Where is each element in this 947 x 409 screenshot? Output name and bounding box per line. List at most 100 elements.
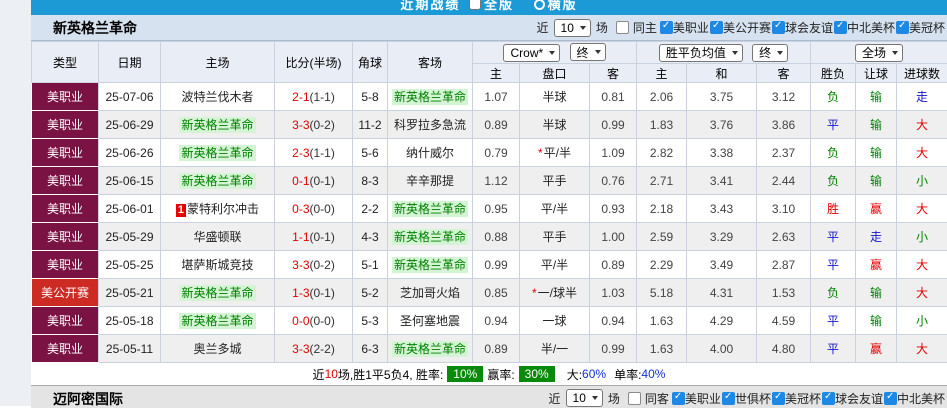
section-title-bar: 近期战绩 全版 横版 bbox=[31, 0, 947, 15]
result-outcome: 负 bbox=[811, 279, 856, 307]
checkbox-icon[interactable] bbox=[772, 21, 785, 34]
corner-cell: 11-2 bbox=[353, 111, 388, 139]
checkbox-icon[interactable] bbox=[896, 21, 909, 34]
result-goals: 大 bbox=[897, 195, 947, 223]
league-filter-item[interactable]: 球会友谊 bbox=[822, 392, 883, 406]
league-cell: 美公开赛 bbox=[32, 279, 99, 307]
euro-away-odds: 3.86 bbox=[757, 111, 811, 139]
euro-final-select[interactable]: 终 bbox=[752, 44, 788, 62]
same-away-label: 同客 bbox=[645, 390, 669, 407]
col-header-score: 比分(半场) bbox=[275, 42, 353, 83]
average-odds-select[interactable]: 胜平负均值 bbox=[659, 44, 743, 62]
euro-home-odds: 2.82 bbox=[637, 139, 687, 167]
same-away-checkbox[interactable] bbox=[628, 392, 641, 405]
scope-select-value: 全场 bbox=[862, 44, 886, 61]
table-row: 美职业 25-06-01 1蒙特利尔冲击 0-3(0-0) 2-2 新英格兰革命… bbox=[32, 195, 947, 223]
score-cell: 3-3(2-2) bbox=[275, 335, 353, 363]
checkbox-icon[interactable] bbox=[822, 392, 835, 405]
asia-home-odds: 0.88 bbox=[473, 223, 520, 251]
rank-badge: 1 bbox=[176, 204, 186, 217]
checkbox-icon[interactable] bbox=[884, 392, 897, 405]
radio-full-version[interactable] bbox=[469, 0, 481, 10]
score-halftime: (0-2) bbox=[310, 118, 335, 132]
asia-handicap-text: 一球 bbox=[542, 314, 566, 328]
result-goals: 小 bbox=[897, 223, 947, 251]
result-handicap: 输 bbox=[856, 83, 897, 111]
league-filter-item[interactable]: 美冠杯 bbox=[772, 392, 821, 406]
date-cell: 25-06-29 bbox=[99, 111, 161, 139]
asia-handicap-text: 平/半 bbox=[544, 146, 571, 160]
result-outcome: 平 bbox=[811, 111, 856, 139]
recent-count-select[interactable]: 10 bbox=[566, 389, 603, 407]
matches-suffix-label: 场 bbox=[608, 390, 620, 407]
asia-handicap-text: 平/半 bbox=[541, 202, 568, 216]
asia-handicap-text: 一/球半 bbox=[538, 286, 577, 300]
euro-home-odds: 1.83 bbox=[637, 111, 687, 139]
league-cell: 美职业 bbox=[32, 167, 99, 195]
result-handicap: 输 bbox=[856, 167, 897, 195]
league-filter-list-bottom: 美职业世俱杯美冠杯球会友谊中北美杯 bbox=[671, 390, 945, 407]
league-filter-item[interactable]: 美职业 bbox=[672, 392, 721, 406]
checkbox-icon[interactable] bbox=[672, 392, 685, 405]
league-filter-item[interactable]: 美公开赛 bbox=[710, 21, 771, 35]
checkbox-icon[interactable] bbox=[722, 392, 735, 405]
date-cell: 25-06-01 bbox=[99, 195, 161, 223]
asia-final-select[interactable]: 终 bbox=[570, 43, 606, 61]
euro-draw-odds: 3.38 bbox=[687, 139, 757, 167]
league-filter-item[interactable]: 世俱杯 bbox=[722, 392, 771, 406]
win-rate-badge: 10% bbox=[447, 366, 483, 382]
asia-handicap-text: 半球 bbox=[542, 118, 566, 132]
average-odds-select-value: 胜平负均值 bbox=[666, 44, 726, 61]
col-header-handicap-result: 让球 bbox=[856, 64, 897, 83]
near-label: 近 bbox=[549, 390, 561, 407]
col-header-outcome: 胜负 bbox=[811, 64, 856, 83]
result-header: 全场 bbox=[811, 42, 947, 64]
checkbox-icon[interactable] bbox=[772, 392, 785, 405]
league-cell: 美职业 bbox=[32, 195, 99, 223]
asia-away-odds: 1.00 bbox=[590, 223, 637, 251]
recent-count-select[interactable]: 10 bbox=[554, 19, 591, 37]
summary-row: 近10场,胜1平5负4, 胜率: 10% 赢率: 30% 大:60% 单率:40… bbox=[31, 363, 947, 385]
league-filter-item[interactable]: 美职业 bbox=[660, 21, 709, 35]
corner-cell: 5-8 bbox=[353, 83, 388, 111]
corner-cell: 2-2 bbox=[353, 195, 388, 223]
league-filter-item[interactable]: 球会友谊 bbox=[772, 21, 833, 35]
score-cell: 0-3(0-0) bbox=[275, 195, 353, 223]
result-handicap: 赢 bbox=[856, 251, 897, 279]
league-filter-label: 美冠杯 bbox=[785, 392, 821, 406]
bookmaker-select[interactable]: Crow* bbox=[503, 44, 560, 62]
league-filter-label: 球会友谊 bbox=[835, 392, 883, 406]
same-home-checkbox[interactable] bbox=[616, 21, 629, 34]
checkbox-icon[interactable] bbox=[660, 21, 673, 34]
checkbox-icon[interactable] bbox=[834, 21, 847, 34]
checkbox-icon[interactable] bbox=[710, 21, 723, 34]
euro-away-odds: 2.63 bbox=[757, 223, 811, 251]
radio-horizontal-version[interactable] bbox=[534, 0, 545, 10]
result-handicap: 赢 bbox=[856, 195, 897, 223]
league-filter-item[interactable]: 中北美杯 bbox=[834, 21, 895, 35]
asia-away-odds: 1.09 bbox=[590, 139, 637, 167]
score-halftime: (0-1) bbox=[310, 230, 335, 244]
asia-home-odds: 0.79 bbox=[473, 139, 520, 167]
col-header-euro-away: 客 bbox=[757, 64, 811, 83]
result-handicap: 走 bbox=[856, 223, 897, 251]
recent-count-value: 10 bbox=[561, 21, 574, 35]
league-filter-label: 美职业 bbox=[685, 392, 721, 406]
score-halftime: (1-1) bbox=[310, 146, 335, 160]
asia-handicap-text: 平手 bbox=[542, 174, 566, 188]
matches-table: 类型 日期 主场 比分(半场) 角球 客场 Crow* 终 bbox=[31, 41, 947, 363]
corner-cell: 4-3 bbox=[353, 223, 388, 251]
home-team-name: 堪萨斯城竞技 bbox=[181, 258, 253, 272]
scope-select[interactable]: 全场 bbox=[855, 44, 903, 62]
league-filter-label: 球会友谊 bbox=[785, 21, 833, 35]
league-filter-item[interactable]: 美冠杯 bbox=[896, 21, 945, 35]
date-cell: 25-06-26 bbox=[99, 139, 161, 167]
asia-handicap: 半球 bbox=[520, 83, 590, 111]
result-handicap: 输 bbox=[856, 111, 897, 139]
score-cell: 3-3(0-2) bbox=[275, 111, 353, 139]
score-cell: 2-3(1-1) bbox=[275, 139, 353, 167]
away-team-name: 辛辛那提 bbox=[406, 174, 454, 188]
league-filter-item[interactable]: 中北美杯 bbox=[884, 392, 945, 406]
score-fulltime: 2-3 bbox=[292, 146, 309, 160]
asia-handicap-text: 半球 bbox=[542, 90, 566, 104]
